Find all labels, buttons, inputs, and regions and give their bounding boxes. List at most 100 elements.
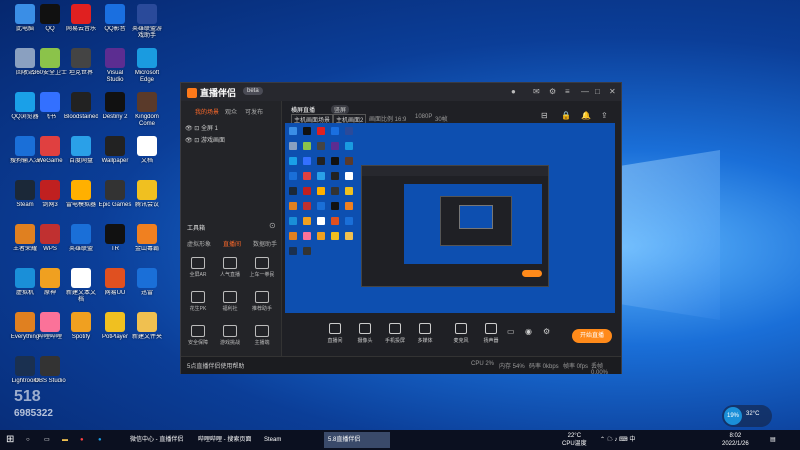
start-live-button[interactable]: 开始直播 [572,329,612,343]
desktop-icon[interactable]: Visual Studio [98,48,132,84]
desktop-icon[interactable]: PotPlayer [98,312,132,348]
desktop-icon-label: Epic Games [98,202,132,208]
tool-item[interactable]: 花生PK [185,291,211,312]
tool-item[interactable]: 上车一拳民 [249,257,275,278]
nested-preview [404,184,542,264]
cpu-widget[interactable]: 19% 32°C [722,405,772,427]
preview-tab-landscape[interactable]: 横屏直播 [291,105,315,114]
window-titlebar[interactable]: 直播伴侣 beta ● ✉ ⚙ ≡ — □ ✕ [181,83,621,101]
desktop-icon[interactable]: QQ影音 [98,4,132,40]
control-button[interactable]: 摄像头 [351,323,379,344]
weather-tray[interactable]: 22°C CPU温度 [562,432,587,448]
desktop-icon[interactable]: 坦克世界 [64,48,98,84]
desktop-icon[interactable]: 金山毒霸 [130,224,164,260]
live-companion-window[interactable]: 直播伴侣 beta ● ✉ ⚙ ≡ — □ ✕ 我的场景 观众 可发布 👁 ⊡ … [180,82,622,376]
start-icon[interactable]: ⊞ [6,432,14,448]
layout-icon[interactable]: ⊟ [541,111,548,120]
control-button[interactable]: 多媒体 [411,323,439,344]
task-live-companion[interactable]: 5.8直播伴侣 [324,432,390,448]
desktop-icon[interactable]: Destiny 2 [98,92,132,128]
desktop-icon[interactable]: Kingdom Come [130,92,164,128]
desktop-icon[interactable]: Wallpaper [98,136,132,172]
desktop-icon[interactable]: TR [98,224,132,260]
desktop-icon[interactable]: Spotify [64,312,98,348]
tool-item[interactable]: 福利社 [217,291,243,312]
app-icon [105,92,125,112]
desktop-icon[interactable]: WPS [33,224,67,260]
desktop-icon[interactable]: Microsoft Edge [130,48,164,84]
camera-icon[interactable]: ▭ [507,327,515,336]
message-icon[interactable]: ✉ [533,87,540,96]
help-link[interactable]: 5点直播伴侣使用帮助 [187,361,244,370]
tool-item[interactable]: 游戏挑战 [217,325,243,346]
tool-category-avatar[interactable]: 虚拟形象 [187,239,211,248]
task-view-icon[interactable]: ▭ [44,432,50,448]
control-button[interactable]: 直播间 [321,323,349,344]
control-button[interactable]: 扬声器 [477,323,505,344]
bell-icon[interactable]: 🔔 [581,111,591,120]
desktop-icon[interactable]: 腾讯会议 [130,180,164,216]
desktop-icon[interactable]: OBS Studio [33,356,67,392]
search-icon[interactable]: ○ [26,432,30,448]
desktop-icon[interactable]: 英雄联盟 [64,224,98,260]
gear-icon[interactable]: ⚙ [543,327,550,336]
desktop-icon[interactable]: 迅雷 [130,268,164,304]
desktop-icon[interactable]: Epic Games [98,180,132,216]
share-icon[interactable]: ⇪ [601,111,608,120]
close-icon[interactable]: ✕ [609,87,616,96]
weather-temp: 22°C [567,433,582,439]
toolbox-settings-icon[interactable]: ⊙ [269,221,276,230]
tab-audience[interactable]: 观众 [225,107,237,116]
scene-item-1[interactable]: 👁 ⊡ 全屏 1 [185,123,218,132]
tool-category-data[interactable]: 数据助手 [253,239,277,248]
avatar-icon[interactable]: ● [511,87,516,96]
tool-item[interactable]: 推荐助手 [249,291,275,312]
desktop-icon[interactable]: 网易云音乐 [64,4,98,40]
lock-icon[interactable]: 🔒 [561,111,571,120]
tab-publish[interactable]: 可发布 [245,107,263,116]
preview-tab-portrait[interactable]: 竖屏 [331,105,350,114]
settings-icon[interactable]: ⚙ [549,87,556,96]
menu-icon[interactable]: ≡ [565,87,570,96]
desktop-icon[interactable]: 原神 [33,268,67,304]
desktop-icon[interactable]: 文档 [130,136,164,172]
maximize-icon[interactable]: □ [595,87,600,96]
desktop-icon[interactable]: 百度网盘 [64,136,98,172]
preview-icon [317,202,325,210]
tray-icons[interactable]: ⌃ ☁ ♪ ⌨ 中 [600,436,635,444]
tool-item[interactable]: 主播端 [249,325,275,346]
desktop-icon[interactable]: 英雄联盟游戏助手 [130,4,164,40]
scene-item-2[interactable]: 👁 ⊡ 游戏画面 [185,135,225,144]
task-wechat-live[interactable]: 微信中心 - 直播伴侣 [126,432,194,448]
tool-item[interactable]: 人气直播 [217,257,243,278]
tab-scenes[interactable]: 我的场景 [195,107,219,116]
control-button[interactable]: 麦克风 [447,323,475,344]
desktop-icon[interactable]: QQ [33,4,67,40]
tool-item[interactable]: 安全保障 [185,325,211,346]
minimize-icon[interactable]: — [581,87,589,96]
clock[interactable]: 8:02 2022/1/26 [722,432,749,448]
desktop-icon[interactable]: 剑网3 [33,180,67,216]
edge-taskbar-icon[interactable]: ● [98,432,102,448]
task-steam[interactable]: Steam [260,432,324,448]
stream-preview[interactable] [285,123,615,313]
desktop-icon[interactable]: Bloodstained [64,92,98,128]
eye-icon[interactable]: ◉ [525,327,532,336]
desktop-icon[interactable]: WeGame [33,136,67,172]
control-button[interactable]: 手机投屏 [381,323,409,344]
preview-icon [345,202,353,210]
control-label: 多媒体 [417,338,433,344]
desktop-icon[interactable]: 新建文件夹 [130,312,164,348]
desktop-icon[interactable]: 网易UU [98,268,132,304]
desktop-icon[interactable]: 360安全卫士 [33,48,67,84]
task-bilibili[interactable]: 哔哩哔哩 - 搜索页面 [194,432,260,448]
tool-category-room[interactable]: 直播间 [223,239,241,248]
desktop-icon[interactable]: 飞书 [33,92,67,128]
desktop-icon[interactable]: 哔哩哔哩 [33,312,67,348]
netease-taskbar-icon[interactable]: ● [80,432,84,448]
desktop-icon[interactable]: 新建文本文档 [64,268,98,304]
notification-icon[interactable]: ▤ [770,436,776,444]
tool-item[interactable]: 全屏AR [185,257,211,278]
desktop-icon[interactable]: 雷电模拟器 [64,180,98,216]
file-explorer-icon[interactable]: ▬ [62,432,68,448]
